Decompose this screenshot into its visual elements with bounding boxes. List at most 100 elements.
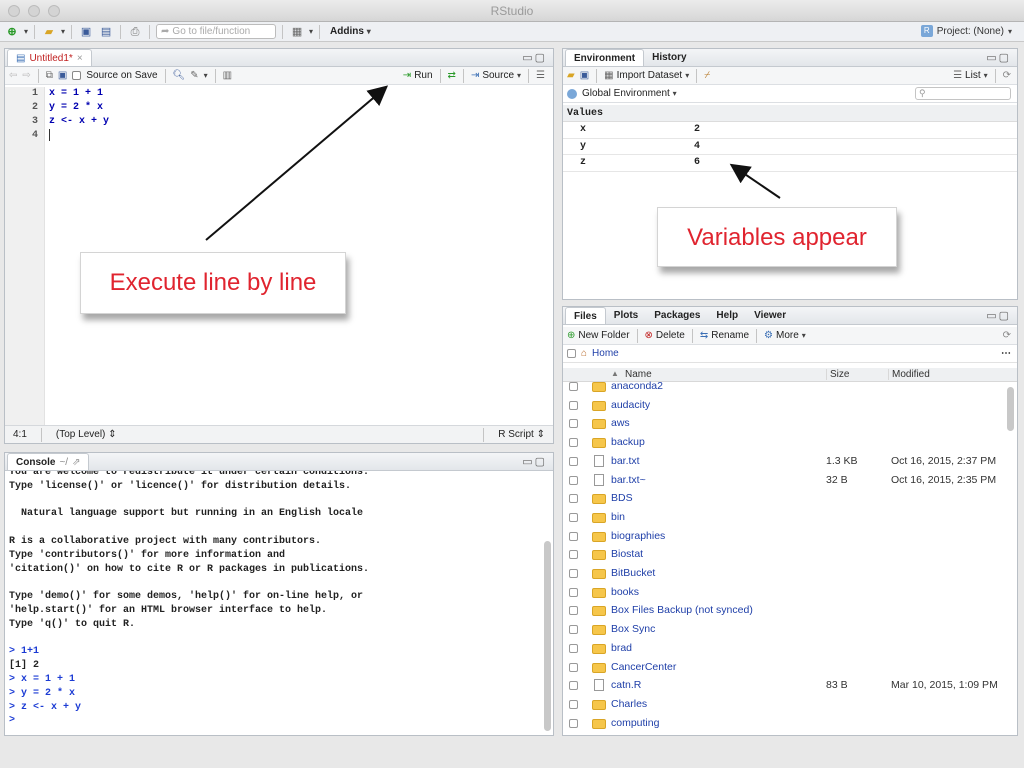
broom-icon[interactable]: ⌿ xyxy=(704,70,710,81)
refresh-icon[interactable]: ⟳ xyxy=(1003,330,1011,341)
pane-window-controls[interactable]: ▭▢ xyxy=(522,51,547,64)
back-arrow-icon[interactable]: ⇦ xyxy=(9,70,17,81)
row-checkbox[interactable] xyxy=(569,606,578,616)
file-name[interactable]: CancerCenter xyxy=(611,658,676,677)
pane-window-controls[interactable]: ▭▢ xyxy=(986,309,1011,322)
file-name[interactable]: bar.txt~ xyxy=(611,471,646,490)
save-icon[interactable]: ▣ xyxy=(58,70,67,81)
list-view-selector[interactable]: ☰ List ▾ xyxy=(953,70,988,81)
file-name[interactable]: Box Sync xyxy=(611,620,655,639)
console-output[interactable]: You are welcome to redistribute it under… xyxy=(5,471,543,735)
file-name[interactable]: bar.txt xyxy=(611,452,640,471)
row-checkbox[interactable] xyxy=(569,475,578,485)
file-name[interactable]: Charles xyxy=(611,695,647,714)
file-row[interactable]: backup xyxy=(563,433,1001,452)
file-name[interactable]: backup xyxy=(611,433,645,452)
file-row[interactable]: Biostat xyxy=(563,545,1001,564)
env-row-z[interactable]: z6 xyxy=(563,155,1017,172)
file-row[interactable]: BitBucket xyxy=(563,564,1001,583)
tab-untitled1[interactable]: ▤ Untitled1* × xyxy=(7,49,92,66)
print-icon[interactable]: ⎙ xyxy=(127,25,143,39)
code-line[interactable]: x = 1 + 1 xyxy=(5,87,553,101)
scope-selector[interactable]: (Top Level) ⇕ xyxy=(56,429,117,440)
code-line[interactable] xyxy=(5,129,553,143)
file-name[interactable]: bin xyxy=(611,508,625,527)
file-name[interactable]: anaconda2 xyxy=(611,377,663,396)
file-row[interactable]: Charles xyxy=(563,695,1001,714)
file-name[interactable]: books xyxy=(611,583,639,602)
row-checkbox[interactable] xyxy=(569,587,578,597)
source-on-save-checkbox[interactable] xyxy=(72,71,82,80)
row-checkbox[interactable] xyxy=(569,456,578,466)
file-name[interactable]: brad xyxy=(611,639,632,658)
zoom-window-button[interactable] xyxy=(48,5,60,17)
goto-file-input[interactable]: ➦ Go to file/function xyxy=(156,24,277,39)
file-name[interactable]: computing xyxy=(611,714,659,733)
global-environment-selector[interactable]: Global Environment ▾ xyxy=(582,88,677,99)
row-checkbox[interactable] xyxy=(569,662,578,672)
chevron-down-icon[interactable]: ▾ xyxy=(61,27,65,36)
close-icon[interactable]: × xyxy=(77,50,83,67)
rename-button[interactable]: ⇆ Rename xyxy=(700,330,749,341)
file-name[interactable]: biographies xyxy=(611,527,665,546)
outline-icon[interactable]: ☰ xyxy=(536,70,545,81)
rerun-icon[interactable]: ⇄ xyxy=(448,70,456,81)
file-name[interactable]: Biostat xyxy=(611,545,643,564)
file-name[interactable]: aws xyxy=(611,414,630,433)
more-options-icon[interactable]: ⋯ xyxy=(1001,348,1011,359)
save-icon[interactable]: ▣ xyxy=(580,70,589,81)
grid-layout-icon[interactable]: ▦ xyxy=(289,25,305,39)
refresh-icon[interactable]: ⟳ xyxy=(1003,70,1011,81)
tab-history[interactable]: History xyxy=(644,49,694,66)
file-row[interactable]: aws xyxy=(563,414,1001,433)
chevron-down-icon[interactable]: ▾ xyxy=(24,27,28,36)
addins-menu[interactable]: Addins ▾ xyxy=(330,26,371,37)
delete-button[interactable]: ⊗ Delete xyxy=(645,330,685,341)
env-row-y[interactable]: y4 xyxy=(563,139,1017,155)
file-row[interactable]: Box Sync xyxy=(563,620,1001,639)
file-row[interactable]: bin xyxy=(563,508,1001,527)
file-row[interactable]: audacity xyxy=(563,396,1001,415)
code-line[interactable]: y = 2 * x xyxy=(5,101,553,115)
row-checkbox[interactable] xyxy=(569,718,578,728)
save-icon[interactable]: ▣ xyxy=(78,25,94,39)
close-window-button[interactable] xyxy=(8,5,20,17)
more-menu[interactable]: ⚙ More ▾ xyxy=(764,330,806,341)
file-row[interactable]: computing xyxy=(563,714,1001,733)
row-checkbox[interactable] xyxy=(569,643,578,653)
file-row[interactable]: biographies xyxy=(563,527,1001,546)
new-file-icon[interactable]: ⊕ xyxy=(4,25,20,39)
row-checkbox[interactable] xyxy=(569,531,578,541)
file-row[interactable]: anaconda2 xyxy=(563,377,1001,396)
console-scrollbar[interactable] xyxy=(544,541,551,731)
pane-window-controls[interactable]: ▭▢ xyxy=(522,455,547,468)
file-row[interactable]: Box Files Backup (not synced) xyxy=(563,601,1001,620)
tab-plots[interactable]: Plots xyxy=(606,307,646,324)
select-all-checkbox[interactable] xyxy=(567,349,576,358)
file-row[interactable]: bar.txt~ 32 B Oct 16, 2015, 2:35 PM xyxy=(563,471,1001,490)
open-file-icon[interactable]: ▰ xyxy=(41,25,57,39)
tab-packages[interactable]: Packages xyxy=(646,307,708,324)
file-name[interactable]: BDS xyxy=(611,489,633,508)
chevron-down-icon[interactable]: ▾ xyxy=(309,27,313,36)
tab-help[interactable]: Help xyxy=(708,307,746,324)
row-checkbox[interactable] xyxy=(569,512,578,522)
forward-arrow-icon[interactable]: ⇨ xyxy=(22,70,30,81)
file-row[interactable]: books xyxy=(563,583,1001,602)
project-menu[interactable]: R Project: (None) ▾ xyxy=(920,25,1012,37)
environment-search-input[interactable]: ⚲ xyxy=(915,87,1011,100)
search-icon[interactable]: 🔍︎ xyxy=(173,70,186,81)
run-button[interactable]: ⇥ Run xyxy=(403,70,433,81)
go-to-directory-icon[interactable]: ⇗ xyxy=(72,454,80,471)
file-row[interactable]: brad xyxy=(563,639,1001,658)
tab-environment[interactable]: Environment xyxy=(565,49,645,66)
row-checkbox[interactable] xyxy=(569,681,578,691)
row-checkbox[interactable] xyxy=(569,699,578,709)
magic-wand-icon[interactable]: ✎ xyxy=(190,70,198,81)
show-in-window-icon[interactable]: ⧉ xyxy=(46,70,53,81)
file-row[interactable]: catn.R 83 B Mar 10, 2015, 1:09 PM xyxy=(563,676,1001,695)
pane-window-controls[interactable]: ▭▢ xyxy=(986,51,1011,64)
row-checkbox[interactable] xyxy=(569,550,578,560)
row-checkbox[interactable] xyxy=(569,569,578,578)
breadcrumb-home[interactable]: Home xyxy=(592,348,619,359)
